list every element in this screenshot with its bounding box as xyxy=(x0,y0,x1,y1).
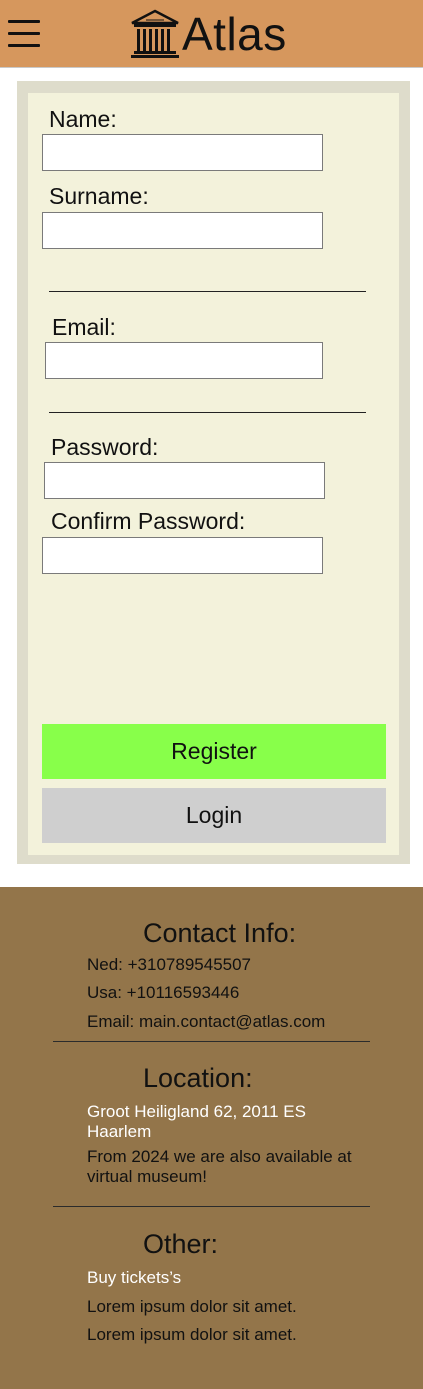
section-divider xyxy=(49,291,366,292)
brand-name[interactable]: Atlas xyxy=(182,8,287,60)
location-note: From 2024 we are also available at virtu… xyxy=(87,1147,352,1186)
confirm-password-input[interactable] xyxy=(42,537,323,574)
register-button[interactable]: Register xyxy=(42,724,386,779)
confirm-password-label: Confirm Password: xyxy=(51,508,246,534)
menu-line xyxy=(8,32,40,35)
site-header: Atlas xyxy=(0,0,423,68)
site-footer: Contact Info: Ned: +310789545507 Usa: +1… xyxy=(0,887,423,1389)
footer-divider xyxy=(53,1206,370,1207)
name-input[interactable] xyxy=(42,134,323,171)
menu-line xyxy=(8,44,40,47)
location-heading: Location: xyxy=(143,1063,253,1093)
other-heading: Other: xyxy=(143,1229,219,1259)
login-button[interactable]: Login xyxy=(42,788,386,843)
phone-ned: Ned: +310789545507 xyxy=(87,955,252,974)
other-lorem-2: Lorem ipsum dolor sit amet. xyxy=(87,1325,297,1344)
menu-line xyxy=(8,20,40,23)
email-label: Email: xyxy=(52,314,116,340)
buy-tickets-link[interactable]: Buy tickets’s xyxy=(87,1268,181,1288)
surname-label: Surname: xyxy=(49,183,149,209)
contact-email: Email: main.contact@atlas.com xyxy=(87,1012,326,1031)
email-input[interactable] xyxy=(45,342,323,379)
contact-heading: Contact Info: xyxy=(143,918,297,948)
surname-input[interactable] xyxy=(42,212,323,249)
password-input[interactable] xyxy=(44,462,325,499)
museum-building-icon xyxy=(131,9,179,58)
name-label: Name: xyxy=(49,106,117,132)
hamburger-menu-icon[interactable] xyxy=(8,20,40,47)
footer-divider xyxy=(53,1041,370,1042)
password-label: Password: xyxy=(51,434,159,460)
location-address: Groot Heiligland 62, 2011 ES Haarlem xyxy=(87,1102,306,1141)
phone-usa: Usa: +10116593446 xyxy=(87,983,240,1002)
other-lorem-1: Lorem ipsum dolor sit amet. xyxy=(87,1297,297,1316)
section-divider xyxy=(49,412,366,413)
